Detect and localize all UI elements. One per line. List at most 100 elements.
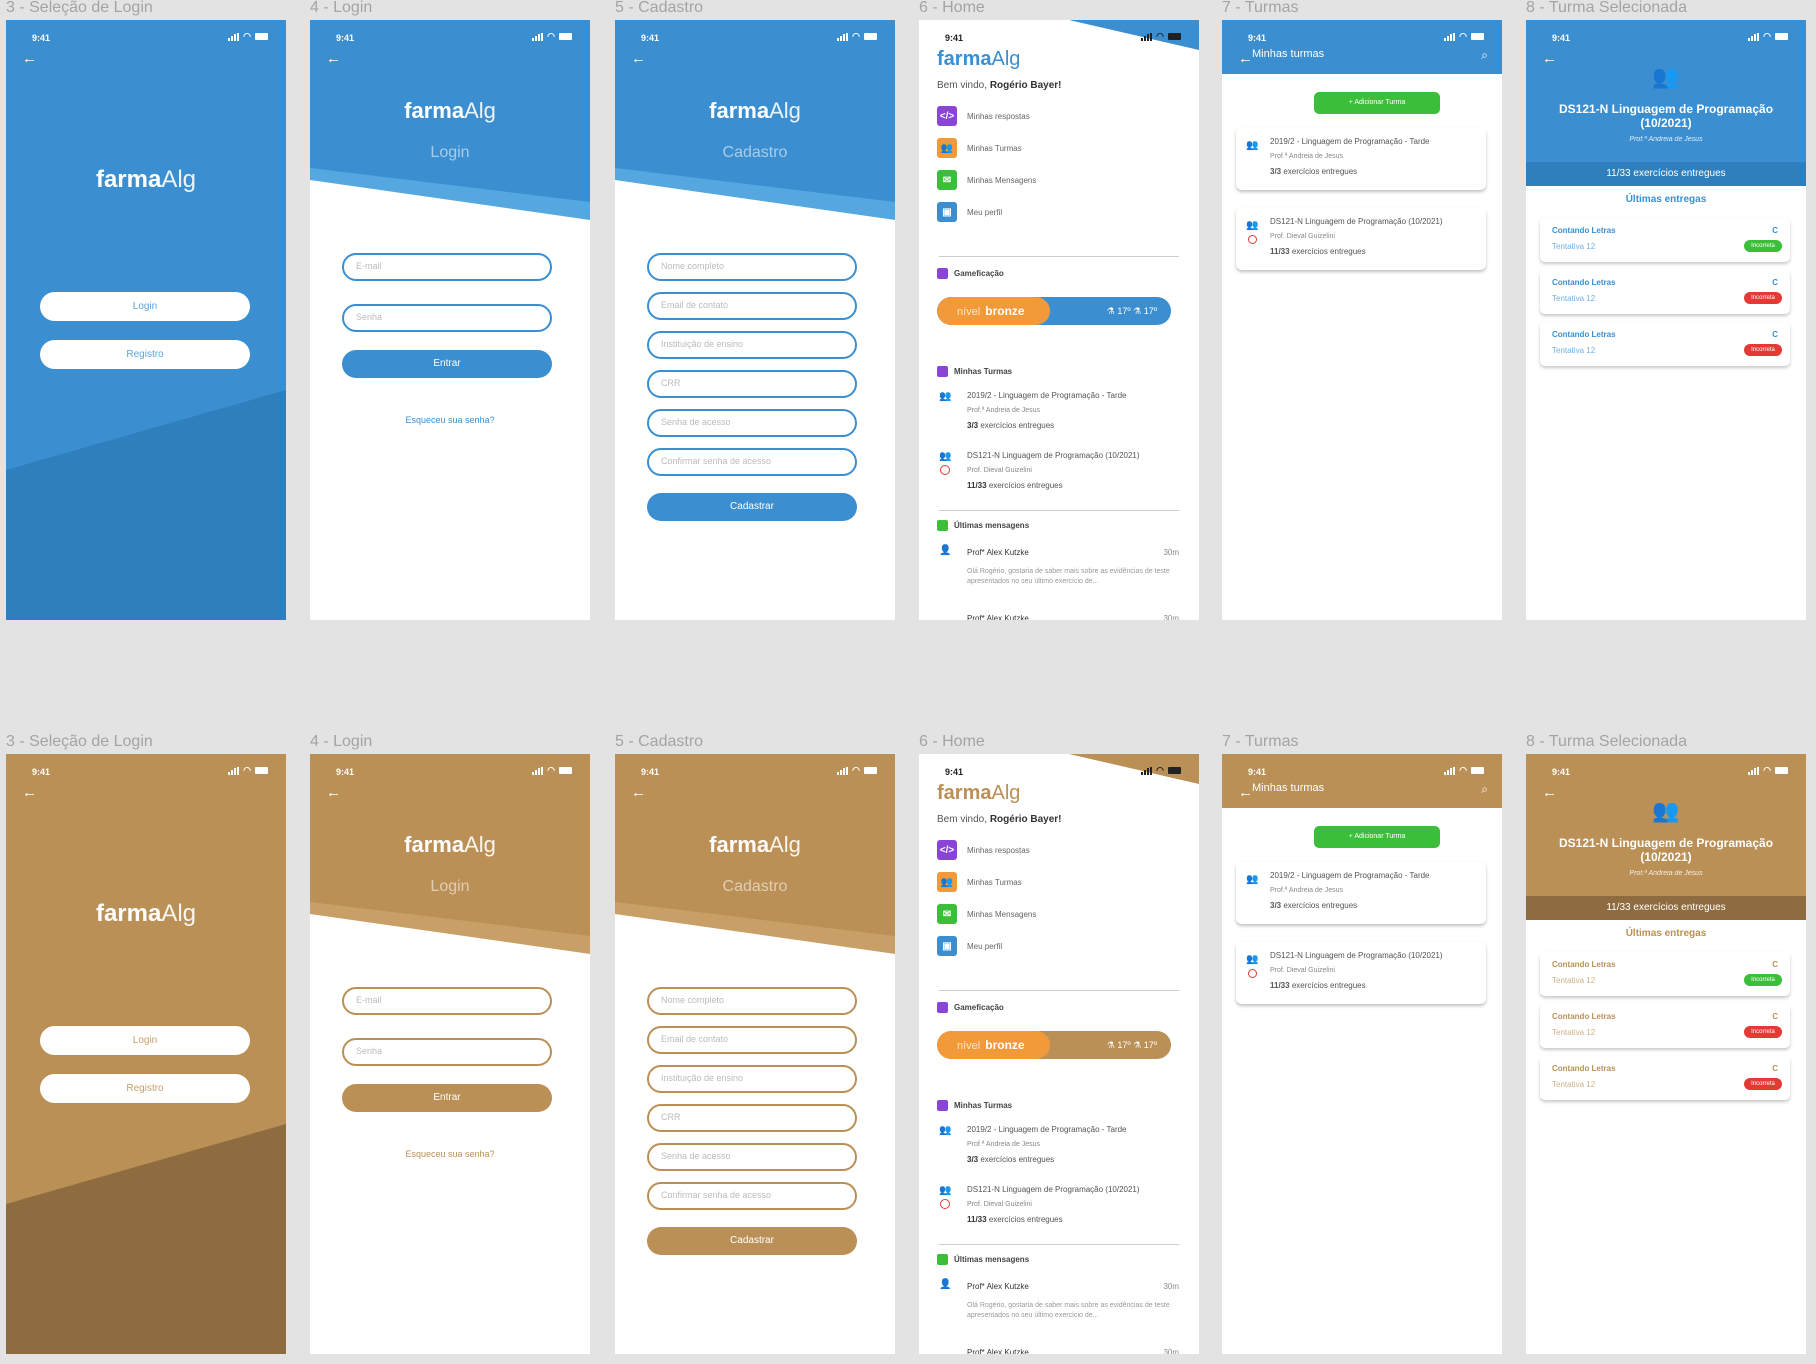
status-time: 9:41: [1552, 33, 1571, 43]
arrow-left-icon[interactable]: ←: [1238, 784, 1253, 801]
add-class-button[interactable]: + Adicionar Turma: [1314, 826, 1440, 848]
login-button[interactable]: Login: [40, 1026, 250, 1055]
password-field[interactable]: Senha: [342, 304, 552, 332]
menu-item-answers[interactable]: </> Minhas respostas: [937, 106, 1030, 126]
login-button[interactable]: Login: [40, 292, 250, 321]
register-field[interactable]: Confirmar senha de acesso: [647, 1182, 857, 1210]
email-field[interactable]: E-mail: [342, 987, 552, 1015]
level-bar[interactable]: nível bronze ⚗ 17º ⚗ 17º: [937, 297, 1171, 325]
user-icon: 👤: [939, 545, 952, 556]
message-item[interactable]: Prof* Alex Kutzke 30m: [967, 614, 1179, 620]
section-classes: Minhas Turmas: [937, 366, 1012, 377]
register-button[interactable]: Registro: [40, 1074, 250, 1103]
register-field[interactable]: Instituição de ensino: [647, 1065, 857, 1093]
submit-button[interactable]: Entrar: [342, 350, 552, 378]
progress-bar: 11/33 exercícios entregues: [1526, 896, 1806, 920]
class-item[interactable]: 2019/2 - Linguagem de Programação - Tard…: [967, 1122, 1127, 1167]
level-badge: nível bronze: [937, 297, 1050, 325]
register-submit-button[interactable]: Cadastrar: [647, 493, 857, 521]
phone-screen: 9:41 ◠ ← Minhas turmas ⌕ + Adicionar Turma 👥…: [1222, 20, 1502, 620]
menu-item-messages[interactable]: ✉ Minhas Mensagens: [937, 170, 1036, 190]
divider: [939, 990, 1179, 991]
signal-icon: [1748, 766, 1760, 775]
message-item[interactable]: Prof* Alex Kutzke 30m Olá Rogério, gostari…: [967, 1282, 1179, 1321]
class-card[interactable]: 👥 DS121-N Linguagem de Programação (10/20…: [1236, 208, 1486, 270]
level-bar[interactable]: nível bronze ⚗ 17º ⚗ 17º: [937, 1031, 1171, 1059]
last-entries-title: Últimas entregas: [1625, 928, 1707, 939]
app-logo: farmaAlg: [404, 98, 496, 123]
register-field[interactable]: Senha de acesso: [647, 409, 857, 437]
register-button[interactable]: Registro: [40, 340, 250, 369]
class-item[interactable]: DS121-N Linguagem de Programação (10/202…: [967, 1182, 1140, 1227]
menu-item-profile[interactable]: ▣ Meu perfil: [937, 202, 1002, 222]
entry-card[interactable]: Contando Letras C Tentativa 12 Incorreta: [1540, 322, 1790, 366]
class-card[interactable]: 👥 2019/2 - Linguagem de Programação - Tar…: [1236, 862, 1486, 924]
message-item[interactable]: Prof* Alex Kutzke 30m: [967, 1348, 1179, 1354]
menu-item-profile[interactable]: ▣ Meu perfil: [937, 936, 1002, 956]
phone-screen: 9:41 ◠ ← Minhas turmas ⌕ + Adicionar Turma 👥…: [1222, 754, 1502, 1354]
menu-item-classes[interactable]: 👥 Minhas Turmas: [937, 138, 1022, 158]
entry-card[interactable]: Contando Letras C Tentativa 12 Incorreta: [1540, 270, 1790, 314]
gamepad-icon: [937, 1002, 948, 1013]
arrow-left-icon[interactable]: ←: [22, 784, 37, 801]
forgot-password-link[interactable]: Esqueceu sua senha?: [310, 415, 590, 425]
arrow-left-icon[interactable]: ←: [631, 784, 646, 801]
submit-button[interactable]: Entrar: [342, 1084, 552, 1112]
answers-icon: </>: [937, 840, 957, 860]
wifi-icon: ◠: [1156, 765, 1164, 775]
arrow-left-icon[interactable]: ←: [22, 50, 37, 67]
frame-turma_sel: 8 - Turma Selecionada 9:41 ◠ ← 👥 DS121-N L…: [1526, 0, 1806, 620]
wifi-icon: ◠: [1763, 31, 1771, 41]
frame-title: 8 - Turma Selecionada: [1526, 733, 1687, 750]
register-field[interactable]: Instituição de ensino: [647, 331, 857, 359]
arrow-left-icon[interactable]: ←: [631, 50, 646, 67]
password-field[interactable]: Senha: [342, 1038, 552, 1066]
users-icon: 👥: [1246, 140, 1259, 151]
register-field[interactable]: Confirmar senha de acesso: [647, 448, 857, 476]
class-item[interactable]: 2019/2 - Linguagem de Programação - Tard…: [967, 388, 1127, 433]
battery-icon: [1471, 767, 1484, 774]
arrow-left-icon[interactable]: ←: [326, 50, 341, 67]
wifi-icon: ◠: [1156, 31, 1164, 41]
frame-home: 6 - Home 9:41 ◠ farmaAlg Bem vindo, Rogér…: [919, 734, 1199, 1354]
entry-card[interactable]: Contando Letras C Tentativa 12 Incorreta: [1540, 218, 1790, 262]
message-item[interactable]: Prof* Alex Kutzke 30m Olá Rogério, gostari…: [967, 548, 1179, 587]
class-item[interactable]: DS121-N Linguagem de Programação (10/202…: [967, 448, 1140, 493]
register-field[interactable]: CRR: [647, 1104, 857, 1132]
register-field[interactable]: Senha de acesso: [647, 1143, 857, 1171]
email-field[interactable]: E-mail: [342, 253, 552, 281]
class-professor: Prof.ª Andreia de Jesus: [1629, 136, 1703, 143]
search-icon[interactable]: ⌕: [1481, 48, 1488, 63]
screen-subtitle: Cadastro: [722, 144, 788, 161]
users-icon: 👥: [939, 1185, 952, 1196]
register-field[interactable]: Email de contato: [647, 1026, 857, 1054]
register-field[interactable]: CRR: [647, 370, 857, 398]
register-field[interactable]: Email de contato: [647, 292, 857, 320]
register-field[interactable]: Nome completo: [647, 253, 857, 281]
app-logo: farmaAlg: [709, 832, 801, 857]
signal-icon: [228, 32, 240, 41]
alarm-icon: [940, 465, 950, 475]
class-card[interactable]: 👥 2019/2 - Linguagem de Programação - Tar…: [1236, 128, 1486, 190]
forgot-password-link[interactable]: Esqueceu sua senha?: [310, 1149, 590, 1159]
register-field[interactable]: Nome completo: [647, 987, 857, 1015]
menu-item-classes[interactable]: 👥 Minhas Turmas: [937, 872, 1022, 892]
entry-card[interactable]: Contando Letras C Tentativa 12 Incorreta: [1540, 952, 1790, 996]
last-entries-title: Últimas entregas: [1625, 194, 1707, 205]
frame-title: 5 - Cadastro: [615, 733, 704, 750]
entry-card[interactable]: Contando Letras C Tentativa 12 Incorreta: [1540, 1056, 1790, 1100]
arrow-left-icon[interactable]: ←: [326, 784, 341, 801]
wifi-icon: ◠: [547, 765, 555, 775]
register-submit-button[interactable]: Cadastrar: [647, 1227, 857, 1255]
search-icon[interactable]: ⌕: [1481, 782, 1488, 797]
arrow-left-icon[interactable]: ←: [1238, 50, 1253, 67]
menu-item-answers[interactable]: </> Minhas respostas: [937, 840, 1030, 860]
section-classes: Minhas Turmas: [937, 1100, 1012, 1111]
users-icon: 👥: [1652, 64, 1680, 89]
add-class-button[interactable]: + Adicionar Turma: [1314, 92, 1440, 114]
entry-card[interactable]: Contando Letras C Tentativa 12 Incorreta: [1540, 1004, 1790, 1048]
menu-item-messages[interactable]: ✉ Minhas Mensagens: [937, 904, 1036, 924]
phone-screen: 9:41 ◠ ← farmaAlg Login E-mail Senha Entrar Es…: [310, 754, 590, 1354]
class-card[interactable]: 👥 DS121-N Linguagem de Programação (10/20…: [1236, 942, 1486, 1004]
status-badge: Incorreta: [1744, 974, 1782, 986]
